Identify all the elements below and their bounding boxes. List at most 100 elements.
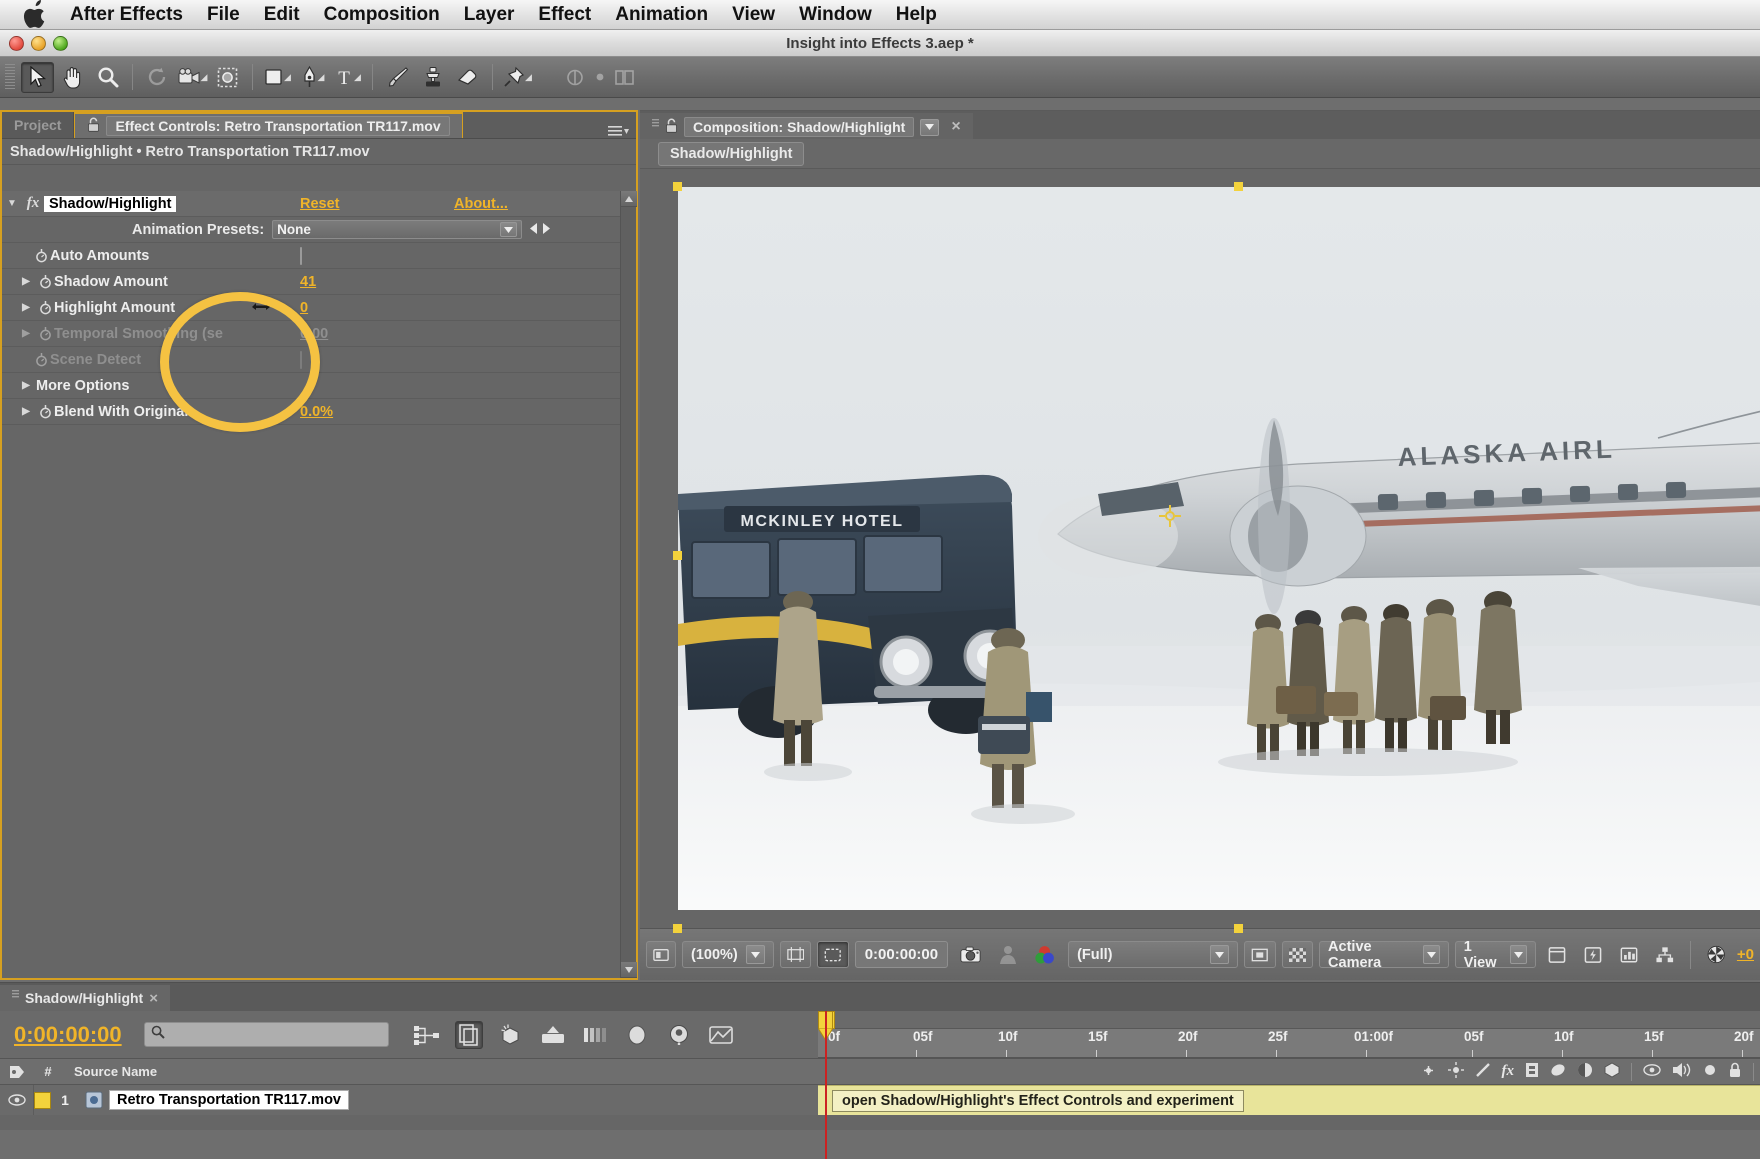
toolbar-grip[interactable] — [5, 64, 15, 90]
paintbrush-icon[interactable] — [381, 62, 414, 93]
layer-video-toggle[interactable] — [0, 1085, 34, 1115]
enable-frame-blending-icon[interactable] — [539, 1021, 567, 1049]
twirl-right-icon[interactable]: ▶ — [16, 380, 36, 391]
chevron-down-icon[interactable] — [500, 222, 518, 237]
twirl-down-icon[interactable]: ▼ — [2, 198, 22, 209]
menu-item-composition[interactable]: Composition — [312, 0, 452, 30]
timeline-current-time[interactable]: 0:00:00:00 — [14, 1022, 122, 1048]
clone-stamp-icon[interactable] — [416, 62, 449, 93]
chevron-down-icon[interactable] — [745, 945, 765, 964]
take-snapshot-icon[interactable] — [954, 941, 987, 968]
property-row-shadow-amount[interactable]: ▶ Shadow Amount 41 — [2, 269, 620, 295]
stopwatch-icon[interactable] — [32, 351, 50, 369]
chevron-down-icon[interactable] — [1210, 945, 1230, 964]
chevron-down-icon[interactable] — [920, 118, 940, 136]
layer-source-name[interactable]: Retro Transportation TR117.mov — [109, 1090, 349, 1110]
camera-icon[interactable]: ◢ — [176, 62, 209, 93]
fast-previews-icon[interactable] — [1578, 941, 1608, 968]
camera-view-dropdown[interactable]: Active Camera — [1319, 939, 1449, 971]
property-value[interactable]: 41 — [300, 274, 316, 290]
current-time-display[interactable]: 0:00:00:00 — [854, 941, 949, 968]
column-header-source-name[interactable]: Source Name — [74, 1064, 157, 1079]
property-row-auto-amounts[interactable]: Auto Amounts — [2, 243, 620, 269]
timeline-panel-icon[interactable] — [1614, 941, 1644, 968]
property-row-temporal-smoothing[interactable]: ▶ Temporal Smoothing (se 0.00 — [2, 321, 620, 347]
video-audio-toggle-header-icon[interactable] — [0, 1064, 34, 1080]
stopwatch-icon[interactable] — [36, 325, 54, 343]
tab-composition[interactable]: Composition: Shadow/Highlight × — [640, 113, 973, 139]
draft-3d-icon[interactable] — [454, 1020, 483, 1049]
menu-item-view[interactable]: View — [720, 0, 787, 30]
always-preview-this-view-button[interactable] — [646, 941, 676, 968]
tab-project[interactable]: Project — [2, 112, 75, 138]
auto-keyframe-icon[interactable] — [707, 1021, 735, 1049]
close-icon[interactable]: × — [149, 990, 158, 1007]
animation-presets-dropdown[interactable]: None — [272, 220, 523, 239]
property-row-blend-with-original[interactable]: ▶ Blend With Original 0.0% — [2, 399, 620, 425]
chevron-down-icon[interactable] — [1423, 945, 1440, 964]
anchor-point-crosshair[interactable] — [1159, 505, 1182, 532]
property-row-highlight-amount[interactable]: ▶ Highlight Amount 0 — [2, 295, 620, 321]
toggle-transparency-grid-button[interactable] — [1281, 941, 1314, 968]
panel-menu-button[interactable] — [608, 125, 630, 138]
anchor-point-icon[interactable] — [211, 62, 244, 93]
enable-motion-blur-icon[interactable] — [581, 1021, 609, 1049]
timeline-ruler[interactable]: 0f 05f 10f 15f 20f 25f 01:00f 05f 10f 15… — [818, 1011, 1760, 1159]
property-value[interactable]: 0.0% — [300, 404, 333, 420]
panel-grip-icon[interactable] — [652, 118, 659, 136]
hand-tool[interactable] — [56, 62, 89, 93]
auto-amounts-checkbox[interactable] — [300, 246, 302, 265]
twirl-right-icon[interactable]: ▶ — [16, 328, 36, 339]
work-area-bar[interactable] — [818, 1011, 1760, 1029]
scroll-up-button[interactable] — [621, 191, 637, 207]
property-value[interactable]: 0.00 — [300, 326, 328, 342]
lock-icon[interactable] — [87, 117, 100, 135]
menu-item-animation[interactable]: Animation — [603, 0, 720, 30]
scroll-down-button[interactable] — [621, 962, 637, 978]
pushpin-icon[interactable]: ◢ — [501, 62, 534, 93]
twirl-right-icon[interactable]: ▶ — [16, 302, 36, 313]
twirl-right-icon[interactable]: ▶ — [16, 406, 36, 417]
composition-mini-flowchart-icon[interactable] — [413, 1021, 441, 1049]
composition-viewer[interactable]: ALASKA AIRL N30M — [640, 169, 1760, 933]
stopwatch-icon[interactable] — [32, 247, 50, 265]
eraser-icon[interactable] — [451, 62, 484, 93]
tab-timeline-shadow-highlight[interactable]: Shadow/Highlight × — [0, 985, 170, 1011]
exposure-aperture-icon[interactable] — [1701, 941, 1731, 968]
tab-effect-controls[interactable]: Effect Controls: Retro Transportation TR… — [74, 112, 463, 138]
menu-item-layer[interactable]: Layer — [452, 0, 527, 30]
stopwatch-icon[interactable] — [36, 299, 54, 317]
exposure-value[interactable]: +0 — [1737, 946, 1754, 963]
comp-handle-top-center[interactable] — [1234, 182, 1243, 191]
region-of-interest-button[interactable] — [1244, 941, 1276, 968]
reset-link[interactable]: Reset — [300, 196, 340, 212]
workspace-controls[interactable] — [565, 69, 635, 86]
column-header-index[interactable]: # — [34, 1064, 62, 1079]
menu-item-window[interactable]: Window — [787, 0, 884, 30]
menu-item-after-effects[interactable]: After Effects — [58, 0, 195, 30]
lock-icon[interactable] — [665, 118, 678, 136]
comp-flowchart-icon[interactable] — [1650, 941, 1680, 968]
menu-item-help[interactable]: Help — [884, 0, 949, 30]
twirl-right-icon[interactable]: ▶ — [16, 276, 36, 287]
text-t-icon[interactable]: T ◢ — [331, 62, 364, 93]
rectangle-icon[interactable]: ◢ — [261, 62, 294, 93]
toggle-mask-and-shape-path-visibility-button[interactable] — [817, 941, 849, 968]
brainstorm-icon[interactable] — [665, 1021, 693, 1049]
about-link[interactable]: About... — [454, 196, 508, 212]
graph-editor-toggle-icon[interactable] — [623, 1021, 651, 1049]
comp-handle-bottom-center[interactable] — [1234, 924, 1243, 933]
magnification-dropdown[interactable]: (100%) — [682, 941, 774, 968]
pen-icon[interactable]: ◢ — [296, 62, 329, 93]
search-input[interactable] — [143, 1022, 389, 1047]
layer-color-swatch[interactable] — [34, 1091, 51, 1109]
effect-name[interactable]: Shadow/Highlight — [44, 195, 177, 212]
current-time-indicator[interactable] — [818, 1011, 833, 1159]
resolution-dropdown[interactable]: (Full) — [1068, 941, 1239, 968]
property-value[interactable]: 0 — [300, 300, 308, 316]
magnifier-icon[interactable] — [91, 62, 124, 93]
stopwatch-icon[interactable] — [36, 273, 54, 291]
show-snapshot-icon[interactable] — [993, 941, 1023, 968]
rotate-icon[interactable] — [141, 62, 174, 93]
scene-detect-checkbox[interactable] — [300, 350, 302, 369]
